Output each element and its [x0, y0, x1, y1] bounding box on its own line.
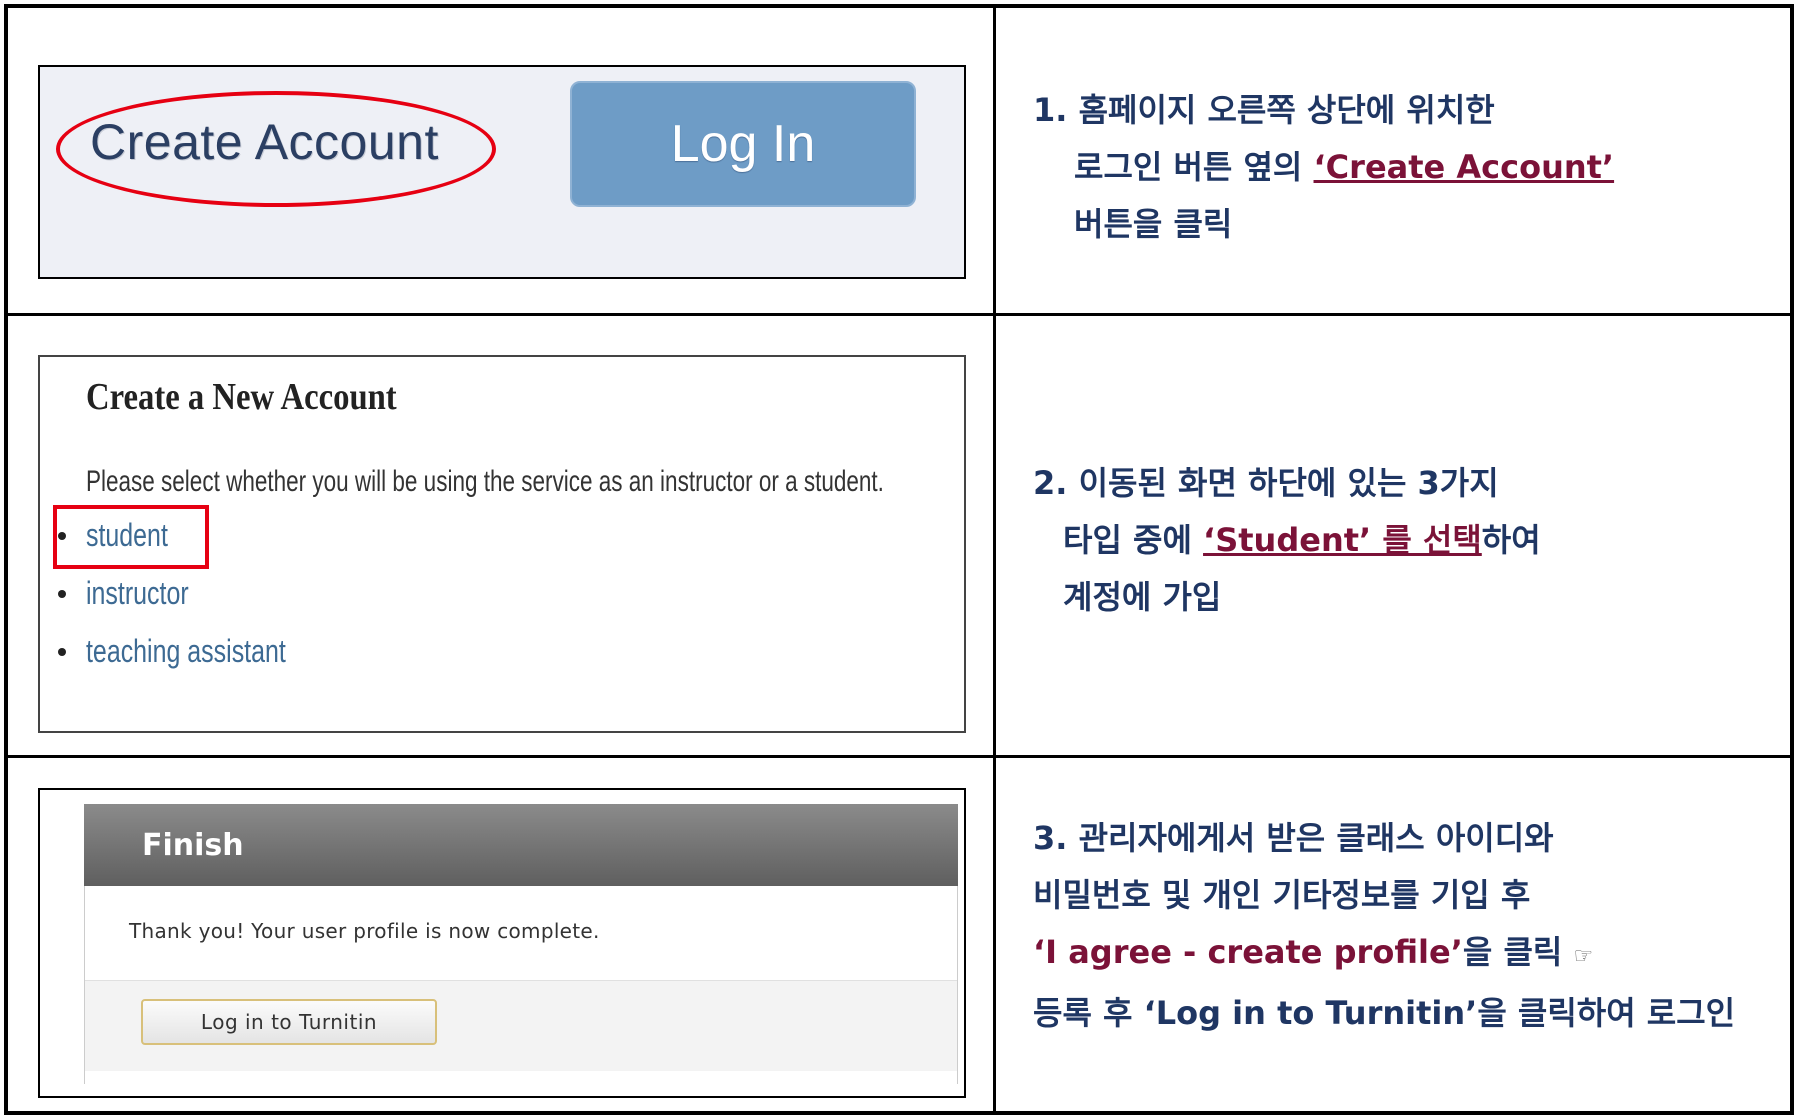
- student-select-reference: ‘Student’ 를 선택: [1203, 521, 1482, 559]
- page-title: Create a New Account: [86, 376, 397, 418]
- step-2-line-2: 타입 중에 ‘Student’ 를 선택하여: [1033, 512, 1541, 569]
- create-new-account-screenshot: Create a New Account Please select wheth…: [38, 355, 966, 733]
- step-2-instruction: 2. 이동된 화면 하단에 있는 3가지 타입 중에 ‘Student’ 를 선…: [1033, 455, 1541, 626]
- finish-title: Finish: [142, 828, 244, 863]
- login-button[interactable]: Log In: [570, 81, 916, 207]
- step-1-line-2: 로그인 버튼 옆의 ‘Create Account’: [1033, 139, 1614, 196]
- option-teaching-assistant[interactable]: teaching assistant: [58, 633, 342, 670]
- profile-complete-message: Thank you! Your user profile is now comp…: [129, 919, 600, 943]
- step-1-line-1: 1. 홈페이지 오른쪽 상단에 위치한: [1033, 91, 1495, 129]
- option-instructor[interactable]: instructor: [58, 575, 218, 612]
- create-account-reference: ‘Create Account’: [1313, 148, 1615, 186]
- option-instructor-label[interactable]: instructor: [86, 575, 189, 612]
- step-3-line-2: 비밀번호 및 개인 기타정보를 기입 후: [1033, 876, 1531, 914]
- step-2-line-2-text: 타입 중에: [1063, 521, 1204, 559]
- log-in-to-turnitin-button[interactable]: Log in to Turnitin: [141, 999, 437, 1045]
- finish-screenshot: Finish Thank you! Your user profile is n…: [38, 788, 966, 1098]
- step-3-line-4: 등록 후 ‘Log in to Turnitin’을 클릭하여 로그인: [1033, 994, 1736, 1032]
- row-divider-2: [4, 755, 1794, 758]
- option-teaching-assistant-label[interactable]: teaching assistant: [86, 633, 286, 670]
- agree-create-profile-reference: ‘I agree - create profile’: [1033, 933, 1463, 971]
- step-2-line-1: 2. 이동된 화면 하단에 있는 3가지: [1033, 464, 1499, 502]
- step-3-line-3-text: 을 클릭: [1462, 933, 1574, 971]
- step-2-line-3: 계정에 가입: [1063, 578, 1222, 616]
- step-3-line-1: 3. 관리자에게서 받은 클래스 아이디와: [1033, 819, 1554, 857]
- finish-header: Finish: [84, 804, 958, 886]
- column-divider: [993, 4, 996, 1115]
- step-3-line-3: ‘I agree - create profile’을 클릭 ☞: [1033, 924, 1735, 985]
- step-1-instruction: 1. 홈페이지 오른쪽 상단에 위치한 로그인 버튼 옆의 ‘Create Ac…: [1033, 82, 1614, 253]
- highlight-box: [53, 505, 209, 569]
- finish-body: Thank you! Your user profile is now comp…: [84, 886, 958, 1084]
- step-3-instruction: 3. 관리자에게서 받은 클래스 아이디와 비밀번호 및 개인 기타정보를 기입…: [1033, 810, 1735, 1042]
- highlight-oval: [56, 91, 496, 207]
- step-2-line-2-suffix: 하여: [1481, 521, 1541, 559]
- pointing-hand-icon: ☞: [1573, 944, 1594, 969]
- row-divider-1: [4, 313, 1794, 316]
- step-1-line-3: 버튼을 클릭: [1074, 205, 1233, 243]
- step-1-line-2-text: 로그인 버튼 옆의: [1074, 148, 1314, 186]
- bullet-icon: [58, 589, 66, 598]
- header-screenshot: Create Account Log In: [38, 65, 966, 279]
- bullet-icon: [58, 647, 66, 656]
- finish-footer: Log in to Turnitin: [85, 980, 957, 1071]
- account-type-description: Please select whether you will be using …: [86, 465, 884, 498]
